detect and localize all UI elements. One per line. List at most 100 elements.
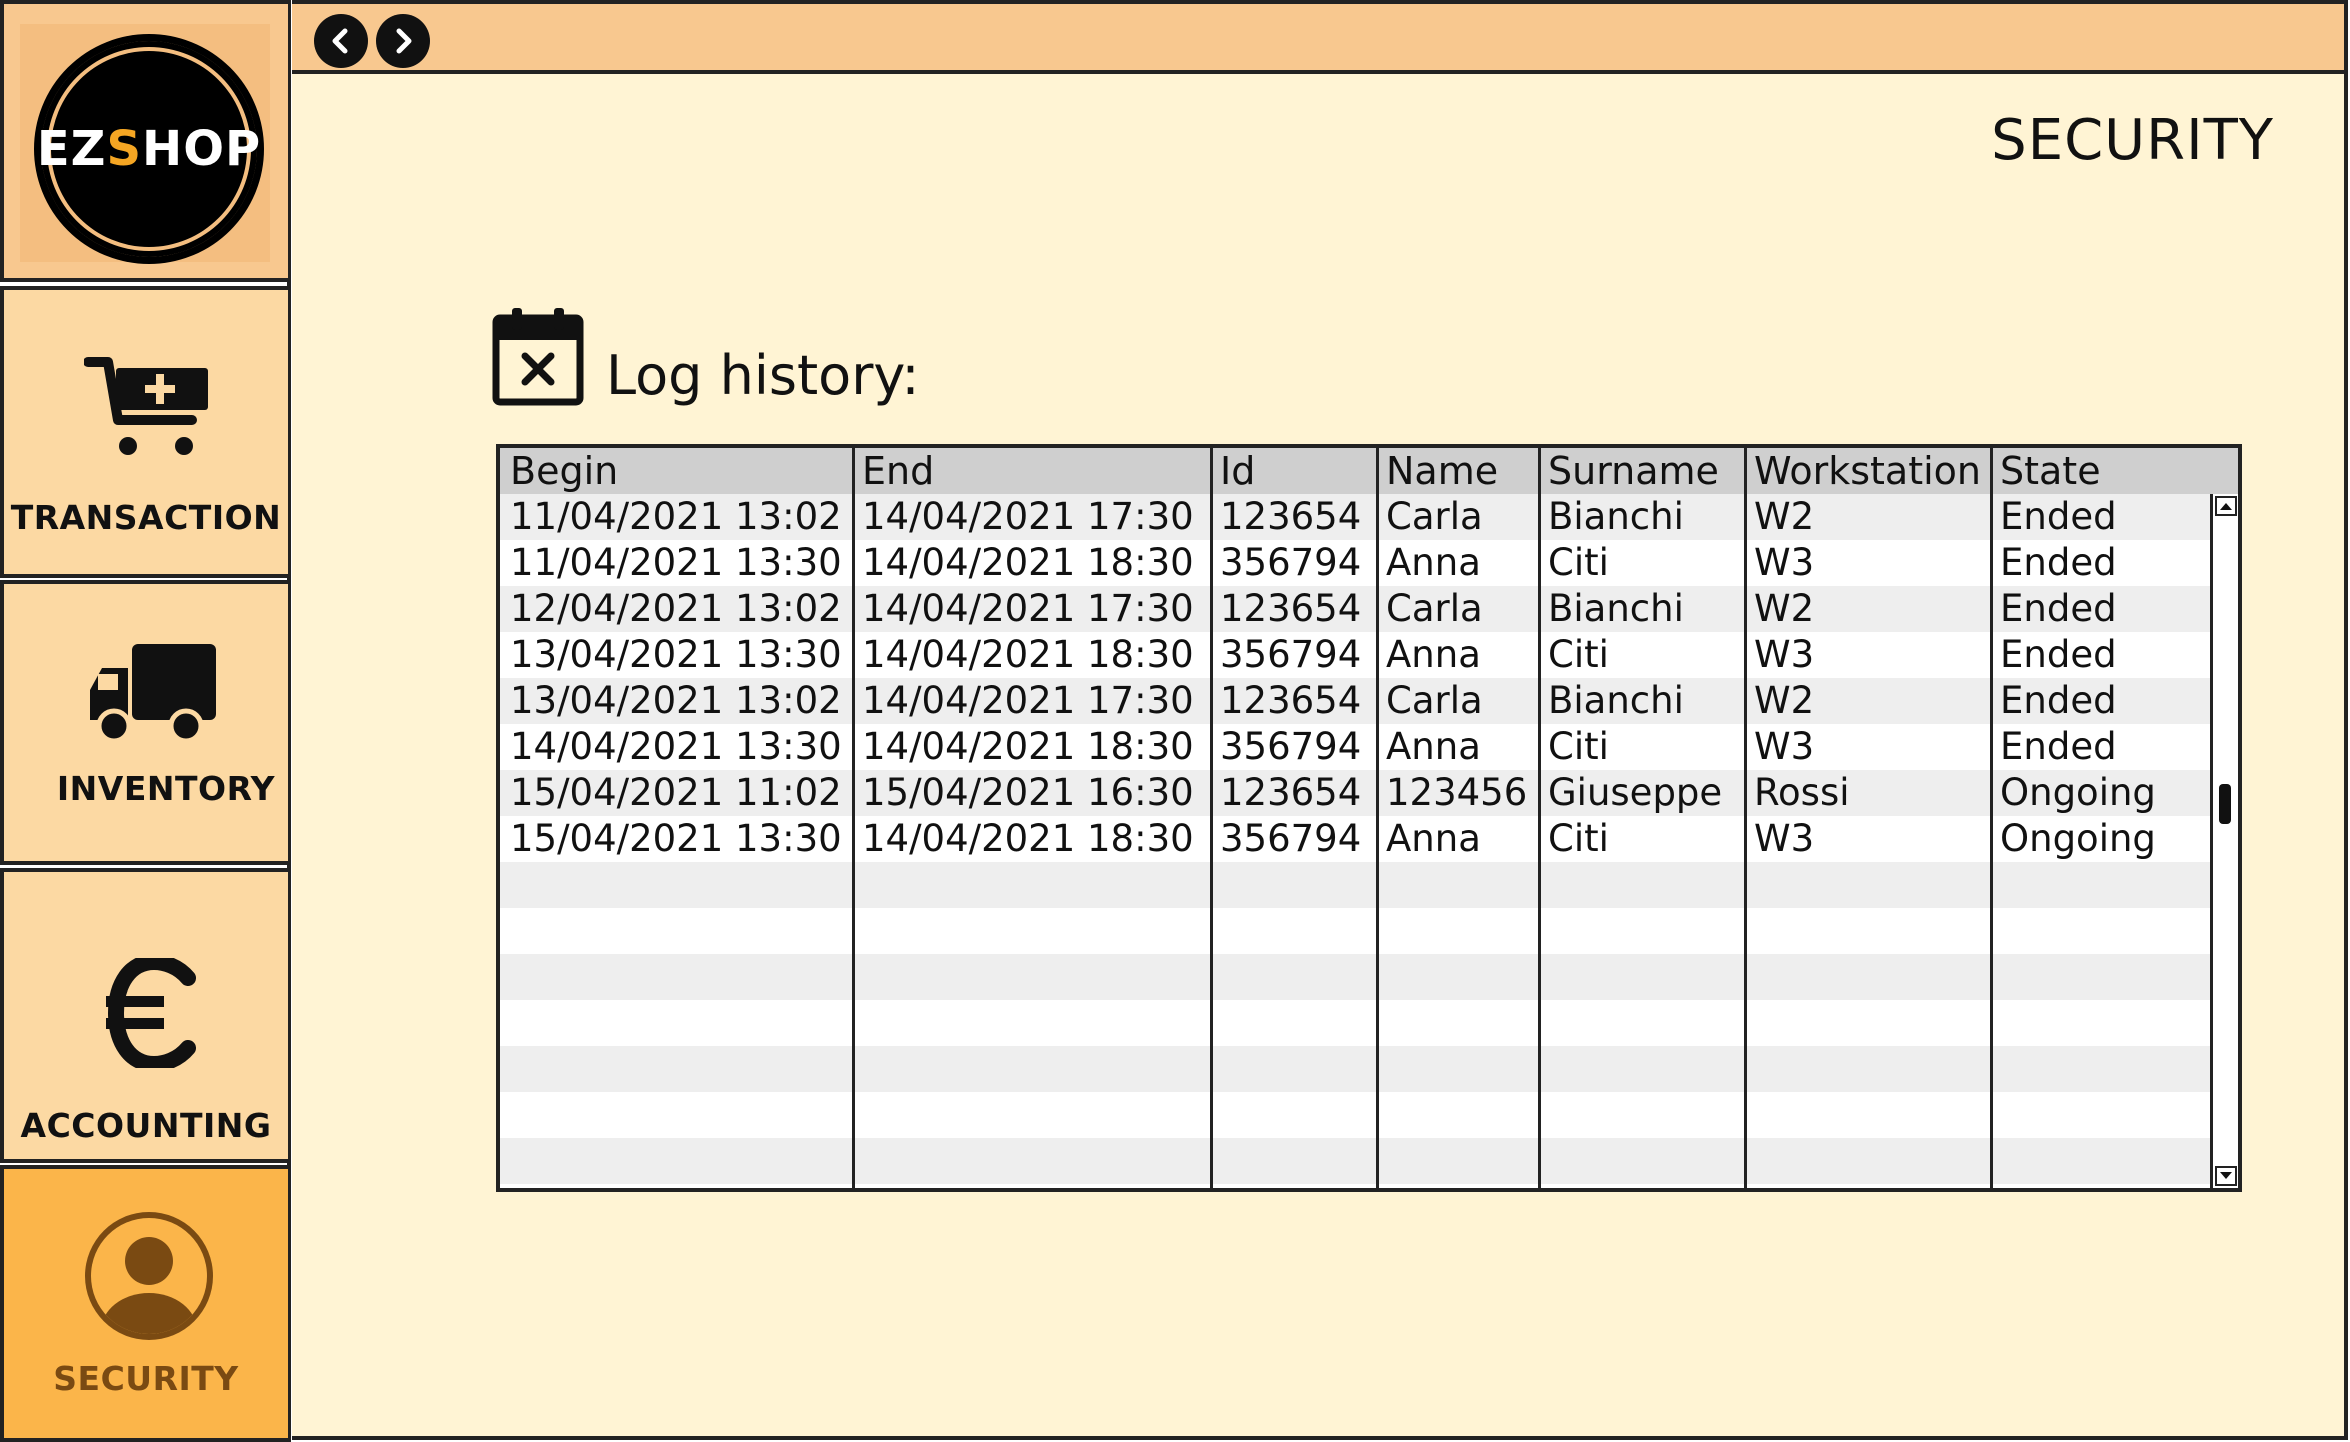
cell-workstation: Rossi [1754, 771, 1850, 814]
empty-cell [500, 1046, 852, 1092]
column-header-name[interactable]: Name [1376, 448, 1538, 494]
cell-state: Ended [2000, 679, 2117, 722]
empty-table-row [500, 1092, 2238, 1138]
cell-begin: 13/04/2021 13:30 [510, 633, 842, 676]
cell-name: Anna [1386, 633, 1481, 676]
logo-text-accent: S [106, 121, 143, 177]
empty-cell [1210, 1138, 1376, 1184]
table-row[interactable]: 15/04/2021 11:02 15/04/2021 16:30 123654 12… [500, 770, 2238, 816]
sidebar-item-transaction[interactable]: TRANSACTION [0, 286, 288, 578]
scroll-down-button[interactable] [2215, 1166, 2237, 1186]
empty-cell [1538, 1092, 1744, 1138]
sidebar-item-label: INVENTORY [56, 769, 276, 808]
cell-id: 356794 [1220, 725, 1362, 768]
table-row[interactable]: 11/04/2021 13:30 14/04/2021 18:30 356794 An… [500, 540, 2238, 586]
cell-end: 14/04/2021 17:30 [862, 495, 1194, 538]
cell-end: 14/04/2021 17:30 [862, 587, 1194, 630]
cell-state: Ended [2000, 725, 2117, 768]
column-header-surname[interactable]: Surname [1538, 448, 1744, 494]
sidebar-item-accounting[interactable]: ACCOUNTING [0, 868, 288, 1163]
cell-workstation: W2 [1754, 587, 1815, 630]
table-row[interactable]: 12/04/2021 13:02 14/04/2021 17:30 123654 Ca… [500, 586, 2238, 632]
empty-cell [1376, 1092, 1538, 1138]
cell-state: Ended [2000, 541, 2117, 584]
cell-id: 356794 [1220, 817, 1362, 860]
empty-cell [1538, 862, 1744, 908]
empty-cell [1210, 862, 1376, 908]
empty-cell [1210, 1092, 1376, 1138]
empty-table-row [500, 862, 2238, 908]
column-header-id[interactable]: Id [1210, 448, 1376, 494]
logo-text-suffix: HOP [142, 121, 262, 177]
column-header-end[interactable]: End [852, 448, 1210, 494]
table-row[interactable]: 13/04/2021 13:30 14/04/2021 18:30 356794 An… [500, 632, 2238, 678]
cell-name: 123456 [1386, 771, 1528, 814]
empty-cell [1538, 1138, 1744, 1184]
truck-icon [90, 644, 216, 744]
cell-begin: 15/04/2021 11:02 [510, 771, 842, 814]
cell-id: 356794 [1220, 633, 1362, 676]
back-button[interactable] [314, 14, 368, 68]
empty-cell [852, 1046, 1210, 1092]
cell-end: 14/04/2021 18:30 [862, 725, 1194, 768]
column-divider [1744, 448, 1747, 1188]
table-scrollbar[interactable] [2210, 494, 2238, 1188]
column-header-state[interactable]: State [1990, 448, 2200, 494]
table-row[interactable]: 15/04/2021 13:30 14/04/2021 18:30 356794 An… [500, 816, 2238, 862]
calendar-x-icon [492, 308, 584, 406]
column-divider [1538, 448, 1541, 1188]
euro-icon [106, 958, 196, 1068]
sidebar-logo-tile[interactable]: EZ S HOP [0, 0, 288, 282]
empty-cell [1990, 862, 2200, 908]
cell-state: Ongoing [2000, 771, 2156, 814]
empty-cell [1210, 1184, 1376, 1188]
log-history-table[interactable]: Begin End Id Name Surname Workstation St… [496, 444, 2242, 1192]
cell-surname: Bianchi [1548, 679, 1684, 722]
cell-surname: Giuseppe [1548, 771, 1723, 814]
empty-cell [1538, 1184, 1744, 1188]
empty-cell [1376, 1046, 1538, 1092]
cell-begin: 12/04/2021 13:02 [510, 587, 842, 630]
scroll-up-button[interactable] [2215, 496, 2237, 516]
sidebar-item-security[interactable]: SECURITY [0, 1165, 288, 1442]
column-header-workstation[interactable]: Workstation [1744, 448, 1990, 494]
empty-cell [1376, 862, 1538, 908]
column-header-begin[interactable]: Begin [500, 448, 852, 494]
table-row[interactable]: 13/04/2021 13:02 14/04/2021 17:30 123654 Ca… [500, 678, 2238, 724]
forward-button[interactable] [376, 14, 430, 68]
main-panel: SECURITY Log history: Begin End Id Name … [292, 0, 2348, 1440]
sidebar-item-inventory[interactable]: INVENTORY [0, 580, 288, 865]
empty-cell [1990, 1138, 2200, 1184]
empty-table-row [500, 1046, 2238, 1092]
chevron-right-icon [396, 28, 412, 54]
cell-state: Ended [2000, 587, 2117, 630]
cell-surname: Citi [1548, 725, 1609, 768]
scroll-thumb[interactable] [2219, 784, 2231, 824]
sidebar: EZ S HOP TRANSACTION INVENTORY ACCOUNTIN… [0, 0, 291, 1442]
table-header: Begin End Id Name Surname Workstation St… [500, 448, 2238, 494]
cell-begin: 15/04/2021 13:30 [510, 817, 842, 860]
window-topbar [292, 4, 2344, 74]
cell-id: 123654 [1220, 587, 1362, 630]
empty-cell [1376, 1138, 1538, 1184]
cell-surname: Citi [1548, 817, 1609, 860]
cell-state: Ended [2000, 495, 2117, 538]
column-divider [1210, 448, 1213, 1188]
arrow-down-icon [2220, 1172, 2232, 1179]
empty-table-row [500, 1138, 2238, 1184]
cell-workstation: W3 [1754, 817, 1815, 860]
cell-id: 123654 [1220, 679, 1362, 722]
table-row[interactable]: 14/04/2021 13:30 14/04/2021 18:30 356794 An… [500, 724, 2238, 770]
empty-cell [852, 1184, 1210, 1188]
cell-begin: 14/04/2021 13:30 [510, 725, 842, 768]
empty-cell [1744, 1184, 1990, 1188]
empty-cell [1538, 1046, 1744, 1092]
cell-workstation: W3 [1754, 633, 1815, 676]
empty-cell [1990, 1092, 2200, 1138]
empty-cell [852, 908, 1210, 954]
cell-surname: Citi [1548, 541, 1609, 584]
table-row[interactable]: 11/04/2021 13:02 14/04/2021 17:30 123654 Ca… [500, 494, 2238, 540]
page-title: SECURITY [1991, 108, 2274, 173]
empty-cell [852, 1092, 1210, 1138]
empty-table-row [500, 908, 2238, 954]
